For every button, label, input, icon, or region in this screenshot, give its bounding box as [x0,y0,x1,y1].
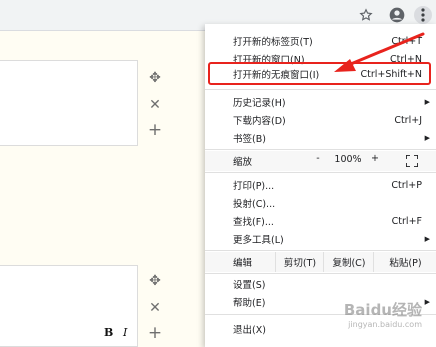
add-icon[interactable]: + [146,120,164,140]
chevron-right-icon: ▶ [424,134,430,142]
chevron-right-icon: ▶ [424,298,430,306]
menu-divider [205,149,436,150]
menu-item-history[interactable]: 历史记录(H) ▶ [205,93,436,111]
menu-item-downloads[interactable]: 下载内容(D) Ctrl+J [205,111,436,129]
menu-item-print[interactable]: 打印(P)... Ctrl+P [205,176,436,194]
menu-divider [205,250,436,251]
menu-item-cast[interactable]: 投射(C)... [205,194,436,212]
italic-button[interactable]: I [123,326,127,339]
move-icon[interactable]: ✥ [146,272,164,290]
cut-button[interactable]: 剪切(T) [275,252,324,272]
copy-button[interactable]: 复制(C) [323,252,374,272]
menu-item-settings[interactable]: 设置(S) [205,275,436,293]
editor-block-top[interactable] [0,60,138,146]
edit-row: 编辑 剪切(T) 复制(C) 粘贴(P) [205,252,436,272]
move-icon[interactable]: ✥ [146,69,164,87]
account-icon[interactable] [388,6,406,24]
menu-item-new-tab[interactable]: 打开新的标签页(T) Ctrl+T [205,32,436,50]
add-icon[interactable]: + [146,323,164,343]
menu-item-bookmarks[interactable]: 书签(B) ▶ [205,129,436,147]
menu-item-more-tools[interactable]: 更多工具(L) ▶ [205,230,436,248]
zoom-row: 缩放 - 100% + [205,151,436,171]
menu-divider [205,89,436,90]
zoom-in-button[interactable]: + [368,153,382,164]
close-icon[interactable]: ✕ [146,96,164,114]
zoom-out-button[interactable]: - [311,153,325,164]
more-vert-icon[interactable] [414,6,432,24]
zoom-level: 100% [334,154,362,165]
highlight-box [208,62,431,85]
star-icon[interactable] [357,6,375,24]
bold-button[interactable]: B [104,326,113,339]
watermark: Baidu经验 jingyan.baidu.com [343,301,422,329]
paste-button[interactable]: 粘贴(P) [373,252,436,272]
close-icon[interactable]: ✕ [146,299,164,317]
chevron-right-icon: ▶ [424,98,430,106]
menu-item-find[interactable]: 查找(F)... Ctrl+F [205,212,436,230]
menu-divider [205,172,436,173]
menu-divider [205,273,436,274]
editor-block-bottom[interactable] [0,265,138,347]
fullscreen-icon[interactable] [406,155,418,167]
chevron-right-icon: ▶ [424,235,430,243]
